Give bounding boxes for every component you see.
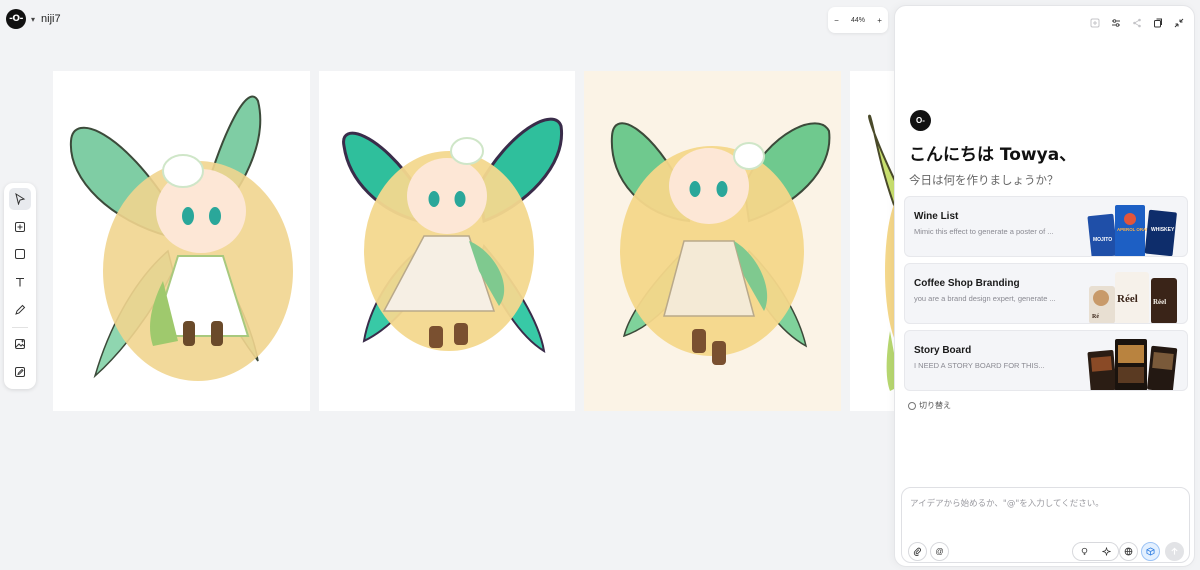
zoom-level[interactable]: 44% [851,17,865,24]
wine-poster-label-3: WHISKEY [1151,227,1175,233]
attach-button[interactable] [908,542,927,561]
settings-sliders-button[interactable] [1111,18,1121,28]
share-icon [1133,18,1141,28]
arrow-up-icon [1171,547,1178,555]
zoom-in-button[interactable]: + [877,16,882,25]
rectangle-tool-button[interactable] [9,243,31,265]
assistant-logo: O- [910,110,931,131]
card-description: Mimic this effect to generate a poster o… [914,227,1054,236]
chevron-down-icon[interactable]: ▾ [31,15,35,24]
project-bar: -O- ▾ niji7 [6,9,61,29]
fairy-illustration [610,122,831,365]
rectangle-icon [15,249,25,260]
suggestion-card-story-board[interactable]: Story Board I NEED A STORY BOARD FOR THI… [904,330,1188,391]
fairy-illustration [868,114,900,391]
canvas-image-2[interactable] [319,71,575,411]
history-button[interactable] [1153,18,1163,28]
coffee-brand-label-1: Réel [1117,293,1138,305]
add-frame-button[interactable] [9,216,31,238]
text-icon [16,277,24,287]
refresh-icon [908,401,916,410]
switch-label: 切り替え [919,401,951,410]
card-thumbnails: Ré Réel Réel [1081,268,1181,323]
fairy-illustration [342,117,564,353]
image-edit-button[interactable] [9,361,31,383]
left-toolbar [4,183,36,389]
canvas-image-3[interactable] [584,71,841,411]
card-title: Wine List [914,211,959,222]
greeting-subtitle: 今日は何を作りましょうか？ [909,173,1059,187]
web-search-button[interactable] [1119,542,1138,561]
paperclip-icon [913,547,921,556]
zoom-out-button[interactable]: − [834,16,839,25]
mode-toggle-group [1072,542,1119,561]
coffee-brand-label-2: Réel [1153,298,1166,306]
chat-input[interactable] [910,497,1180,527]
lightbulb-icon [1081,547,1087,556]
switch-suggestions-button[interactable]: 切り替え [908,400,951,411]
fairy-illustration [69,95,293,381]
mention-button[interactable]: @ [930,542,949,561]
greeting-heading: こんにちは Towya、 [909,145,1077,165]
wine-poster-label-1: MOJITO [1093,237,1112,243]
select-tool-button[interactable] [9,188,31,210]
new-chat-icon [1090,18,1100,28]
panel-actions [1090,18,1184,28]
send-button[interactable] [1165,542,1184,561]
history-icon [1154,18,1162,28]
pen-icon [15,304,26,315]
image-edit-icon [15,367,25,378]
canvas-image-4[interactable] [850,71,900,411]
select-icon [15,192,26,205]
project-name[interactable]: niji7 [41,13,61,25]
canvas-image-1[interactable] [53,71,310,411]
card-thumbnails: MOJITO APEROL ORANGE LIGHT WHISKEY [1081,201,1181,256]
card-thumbnails [1081,335,1181,390]
image-generate-button[interactable] [9,334,31,356]
sparkle-icon [1102,547,1112,556]
sliders-icon [1112,19,1120,27]
zoom-control: − 44% + [828,7,888,33]
collapse-panel-button[interactable] [1174,18,1184,28]
spark-mode-button[interactable] [1102,547,1112,556]
toolbar-divider [12,326,28,328]
text-tool-button[interactable] [9,271,31,293]
new-chat-button[interactable] [1090,18,1100,28]
card-title: Coffee Shop Branding [914,278,1020,289]
idea-mode-button[interactable] [1080,547,1089,556]
model-3d-button[interactable] [1141,542,1160,561]
coffee-brand-label-3: Ré [1092,314,1099,320]
assistant-panel: O- こんにちは Towya、 今日は何を作りましょうか？ Wine List … [894,5,1195,567]
collapse-icon [1174,18,1184,28]
cube-icon [1146,547,1155,556]
chat-input-box: @ [901,487,1190,563]
suggestion-card-wine-list[interactable]: Wine List Mimic this effect to generate … [904,196,1188,257]
share-button[interactable] [1132,18,1142,28]
app-logo[interactable]: -O- [6,9,26,29]
suggestion-card-coffee-branding[interactable]: Coffee Shop Branding you are a brand des… [904,263,1188,324]
add-frame-icon [15,221,25,232]
image-gen-icon [15,339,25,350]
globe-icon [1124,547,1133,556]
card-description: I NEED A STORY BOARD FOR THIS... [914,361,1045,370]
pen-tool-button[interactable] [9,299,31,321]
card-description: you are a brand design expert, generate … [914,294,1056,303]
card-title: Story Board [914,345,972,356]
